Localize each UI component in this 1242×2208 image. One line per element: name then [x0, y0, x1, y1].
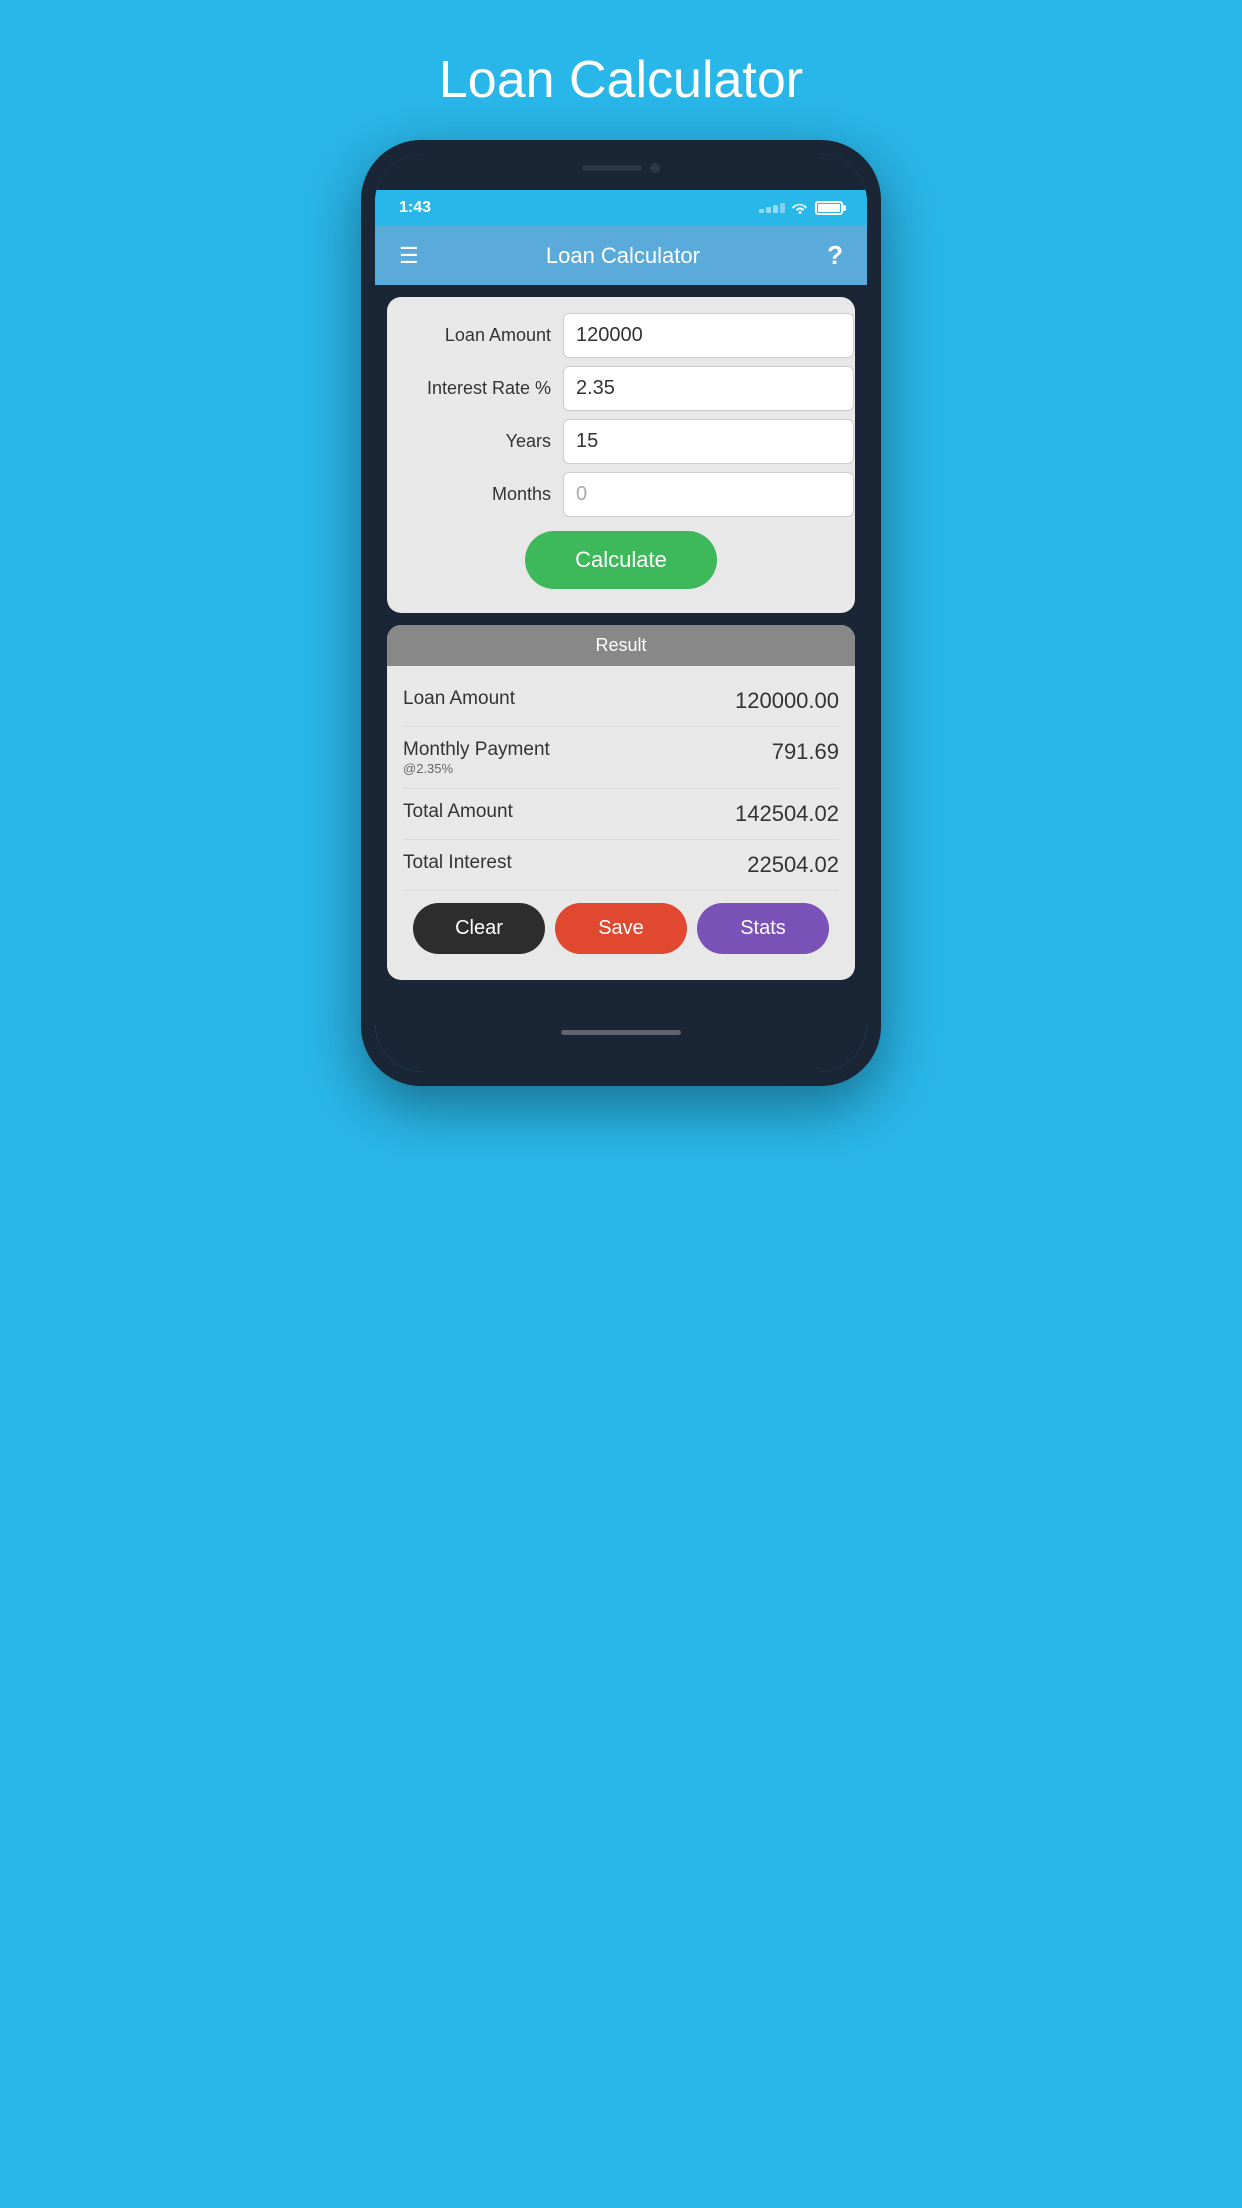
nav-bar: ☰ Loan Calculator ?	[375, 226, 867, 285]
phone-shell: 1:43 ☰ Loan Ca	[361, 140, 881, 1086]
help-icon[interactable]: ?	[827, 240, 843, 271]
result-body: Loan Amount 120000.00 Monthly Payment @2…	[387, 666, 855, 980]
years-label: Years	[403, 431, 563, 452]
battery-icon	[815, 201, 843, 215]
months-row: Months	[403, 472, 839, 517]
wifi-icon	[791, 200, 809, 217]
loan-amount-input[interactable]	[563, 313, 854, 358]
result-total-interest: Total Interest 22504.02	[403, 840, 839, 891]
result-total-interest-label: Total Interest	[403, 852, 512, 874]
status-time: 1:43	[399, 199, 431, 217]
loan-amount-row: Loan Amount	[403, 313, 839, 358]
signal-icon	[759, 203, 785, 213]
action-buttons: Clear Save Stats	[403, 891, 839, 964]
months-input[interactable]	[563, 472, 854, 517]
result-monthly-payment-sublabel: @2.35%	[403, 761, 550, 776]
result-monthly-payment: Monthly Payment @2.35% 791.69	[403, 727, 839, 789]
interest-rate-row: Interest Rate %	[403, 366, 839, 411]
speaker	[582, 165, 642, 171]
result-total-amount-value: 142504.02	[735, 801, 839, 827]
calculate-button[interactable]: Calculate	[525, 531, 717, 589]
years-row: Years	[403, 419, 839, 464]
status-bar: 1:43	[375, 190, 867, 226]
result-monthly-payment-label: Monthly Payment @2.35%	[403, 739, 550, 776]
interest-rate-label: Interest Rate %	[403, 378, 563, 399]
camera	[650, 163, 660, 173]
result-loan-amount-label: Loan Amount	[403, 688, 515, 710]
save-button[interactable]: Save	[555, 903, 687, 954]
stats-button[interactable]: Stats	[697, 903, 829, 954]
result-total-amount: Total Amount 142504.02	[403, 789, 839, 840]
result-total-amount-label: Total Amount	[403, 801, 513, 823]
notch	[541, 154, 701, 182]
loan-amount-label: Loan Amount	[403, 325, 563, 346]
interest-rate-input[interactable]	[563, 366, 854, 411]
result-monthly-payment-value: 791.69	[772, 739, 839, 765]
status-icons	[759, 200, 843, 217]
page-title: Loan Calculator	[439, 50, 803, 110]
content-area: Loan Amount Interest Rate % Years Months…	[375, 285, 867, 992]
nav-title: Loan Calculator	[546, 243, 700, 269]
result-loan-amount-value: 120000.00	[735, 688, 839, 714]
clear-button[interactable]: Clear	[413, 903, 545, 954]
notch-bar	[375, 154, 867, 190]
input-card: Loan Amount Interest Rate % Years Months…	[387, 297, 855, 613]
months-label: Months	[403, 484, 563, 505]
result-loan-amount: Loan Amount 120000.00	[403, 676, 839, 727]
result-card: Result Loan Amount 120000.00 Monthly Pay…	[387, 625, 855, 980]
menu-icon[interactable]: ☰	[399, 245, 419, 267]
years-input[interactable]	[563, 419, 854, 464]
phone-screen: 1:43 ☰ Loan Ca	[375, 154, 867, 1072]
phone-bottom	[375, 992, 867, 1072]
result-total-interest-value: 22504.02	[747, 852, 839, 878]
result-header: Result	[387, 625, 855, 666]
home-indicator	[561, 1030, 681, 1035]
